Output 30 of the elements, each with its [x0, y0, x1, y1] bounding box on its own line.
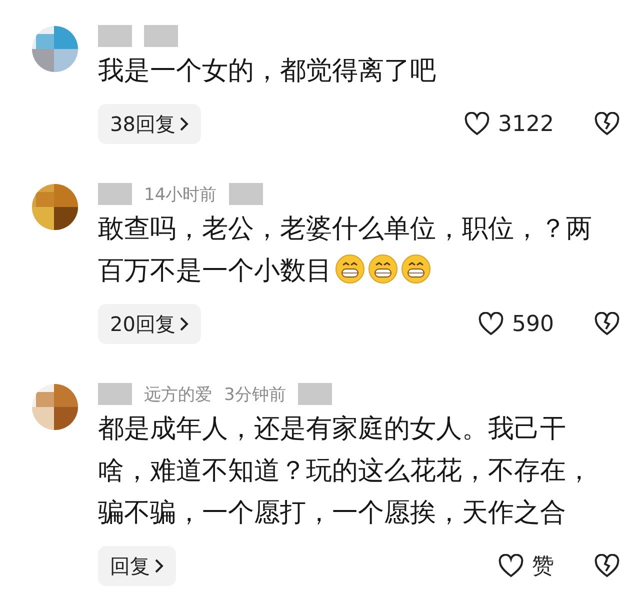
comment-time: 3分钟前 [224, 384, 286, 406]
chevron-icon [179, 316, 190, 332]
heart-icon[interactable] [498, 554, 524, 578]
heart-icon[interactable] [478, 312, 504, 336]
chevron-icon [154, 558, 164, 574]
like-count: 3122 [498, 112, 554, 136]
reply-button[interactable]: 38回复 [98, 104, 202, 144]
broken-heart-icon[interactable] [594, 312, 620, 336]
grinning-emoji-icon [335, 254, 365, 284]
comment-text: 敢查吗，老公，老婆什么单位，职位，？两百万不是一个小数目 [98, 213, 593, 288]
heart-icon[interactable] [464, 112, 490, 136]
redaction-block [298, 383, 332, 405]
grinning-emoji-icon [401, 254, 431, 284]
reply-button[interactable]: 回复 [98, 546, 176, 586]
chevron-icon [179, 116, 190, 132]
redaction-block [98, 25, 132, 47]
comment-text: 都是成年人，还是有家庭的女人。我己干啥，难道不知道？玩的这么花花，不存在，骗不骗，一个愿打，一个愿挨，天作之合 [98, 413, 593, 530]
grinning-emoji-icon [368, 254, 398, 284]
redaction-block [228, 183, 263, 205]
broken-heart-icon[interactable] [594, 112, 620, 136]
redaction-block [98, 183, 132, 205]
comment-text: 我是一个女的，都觉得离了吧 [98, 55, 437, 88]
like-count: 赞 [532, 553, 554, 581]
reply-button[interactable]: 20回复 [98, 304, 202, 344]
like-count: 590 [512, 312, 554, 336]
redaction-block [144, 25, 178, 47]
broken-heart-icon[interactable] [594, 554, 620, 578]
comment-time: 14小时前 [144, 184, 217, 206]
author-name: 远方的爱 [144, 384, 212, 406]
redaction-block [98, 383, 132, 405]
